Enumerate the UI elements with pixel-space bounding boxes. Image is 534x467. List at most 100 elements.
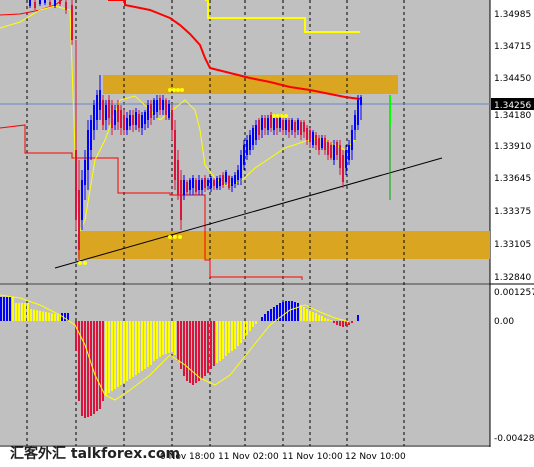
support-zone — [78, 231, 490, 259]
candle-body — [65, 2, 67, 10]
marker — [78, 261, 82, 265]
candle-body — [315, 135, 317, 145]
candle-body — [102, 100, 104, 125]
current-price-label: 1.34256 — [494, 101, 531, 111]
candle-body — [189, 180, 191, 190]
candle-body — [87, 130, 89, 170]
histogram-bar — [39, 310, 41, 321]
histogram-bar — [225, 321, 227, 356]
marker — [180, 88, 184, 92]
marker — [272, 114, 276, 118]
candle-body — [29, 0, 31, 6]
indicator-label: 0.001257 — [494, 288, 534, 298]
candle-body — [138, 114, 140, 128]
histogram-bar — [264, 314, 266, 321]
histogram-bar — [318, 315, 320, 321]
histogram-bar — [312, 312, 314, 321]
candle-body — [207, 180, 209, 186]
indicator-label: 0.00 — [494, 317, 514, 327]
histogram-bar — [276, 305, 278, 321]
candle-body — [49, 2, 51, 5]
histogram-bar — [64, 313, 66, 321]
histogram-bar — [57, 314, 59, 321]
histogram-bar — [231, 321, 233, 351]
price-label: 1.34715 — [494, 42, 531, 52]
histogram-bar — [15, 303, 17, 321]
candle-body — [120, 110, 122, 128]
histogram-bar — [246, 321, 248, 335]
histogram-bar — [87, 321, 89, 417]
histogram-bar — [36, 310, 38, 321]
candle-body — [156, 100, 158, 112]
histogram-bar — [228, 321, 230, 353]
histogram-bar — [339, 321, 341, 326]
histogram-bar — [153, 321, 155, 361]
candle-body — [231, 178, 233, 186]
marker — [280, 114, 284, 118]
candle-body — [159, 98, 161, 110]
histogram-bar — [270, 309, 272, 321]
candle-body — [309, 130, 311, 142]
trading-chart[interactable]: 1.34985 1.34715 1.34450 1.34256 1.34180 … — [0, 0, 534, 467]
candle-body — [294, 122, 296, 132]
candle-body — [34, 2, 36, 8]
candle-body — [180, 180, 182, 220]
candle-body — [141, 115, 143, 128]
candle-body — [282, 120, 284, 130]
candle-body — [201, 180, 203, 190]
histogram-bar — [168, 321, 170, 353]
histogram-bar — [117, 321, 119, 387]
histogram-bar — [93, 321, 95, 414]
candle-body — [321, 138, 323, 148]
histogram-bar — [303, 307, 305, 321]
price-label: 1.33910 — [494, 142, 531, 152]
indicator-axis: 0.001257 0.00 -0.00428 — [494, 288, 534, 444]
candle-body — [150, 104, 152, 118]
histogram-bar — [138, 321, 140, 373]
histogram-bar — [315, 313, 317, 321]
candle-body — [297, 120, 299, 130]
histogram-bar — [42, 311, 44, 321]
histogram-bar — [105, 321, 107, 396]
candle-body — [192, 178, 194, 188]
histogram-bar — [282, 302, 284, 321]
histogram-bar — [222, 321, 224, 359]
histogram-bar — [243, 321, 245, 339]
candle-body — [342, 155, 344, 182]
time-label: 11 Nov 02:00 — [218, 452, 279, 462]
histogram-bar — [345, 321, 347, 326]
candle-body — [354, 115, 356, 130]
candle-body — [75, 150, 77, 220]
histogram-bar — [210, 321, 212, 369]
histogram-bar — [297, 303, 299, 321]
candle-body — [306, 128, 308, 140]
candle-body — [240, 155, 242, 178]
histogram-bar — [114, 321, 116, 389]
watermark: 汇客外汇 talkforex.com — [10, 445, 180, 462]
candle-body — [165, 100, 167, 115]
histogram-bar — [330, 320, 332, 321]
candle-body — [210, 178, 212, 188]
histogram-bar — [189, 321, 191, 383]
candle-body — [44, 0, 46, 3]
histogram-bar — [126, 321, 128, 381]
histogram-bar — [171, 321, 173, 352]
candle-body — [135, 112, 137, 125]
candle-body — [153, 100, 155, 115]
histogram-bar — [186, 321, 188, 381]
histogram-bar — [198, 321, 200, 381]
histogram-bar — [333, 321, 335, 323]
candle-body — [351, 130, 353, 150]
histogram-bar — [141, 321, 143, 371]
marker — [168, 235, 172, 239]
histogram-bar — [156, 321, 158, 359]
histogram-bar — [120, 321, 122, 385]
histogram-bar — [144, 321, 146, 369]
histogram-bar — [96, 321, 98, 411]
candle-body — [111, 105, 113, 128]
candle-body — [318, 138, 320, 150]
histogram-bar — [240, 321, 242, 343]
candle-body — [132, 115, 134, 125]
candle-body — [333, 145, 335, 160]
histogram-bar — [183, 321, 185, 376]
